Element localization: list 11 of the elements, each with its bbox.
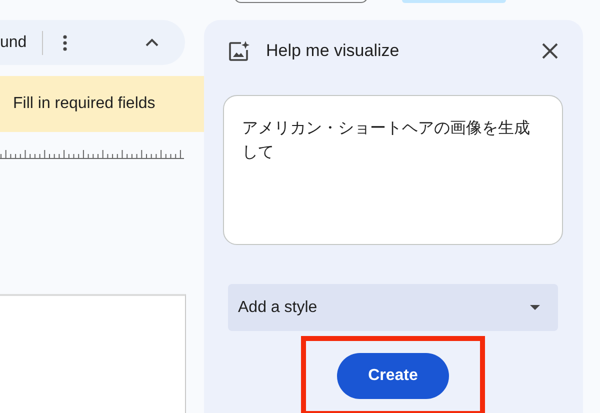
style-dropdown[interactable]: Add a style <box>228 284 558 331</box>
chevron-up-icon[interactable] <box>144 38 159 47</box>
dropdown-caret-icon <box>530 305 540 310</box>
toolbar-label[interactable]: und <box>0 34 27 52</box>
warning-text: Fill in required fields <box>13 95 156 113</box>
close-icon[interactable] <box>542 43 558 59</box>
create-button[interactable]: Create <box>337 353 449 399</box>
prompt-field[interactable]: アメリカン・ショートヘアの画像を生成して <box>223 95 563 245</box>
panel-title: Help me visualize <box>266 41 400 61</box>
image-sparkle-icon <box>228 40 250 62</box>
more-icon[interactable] <box>62 34 67 50</box>
